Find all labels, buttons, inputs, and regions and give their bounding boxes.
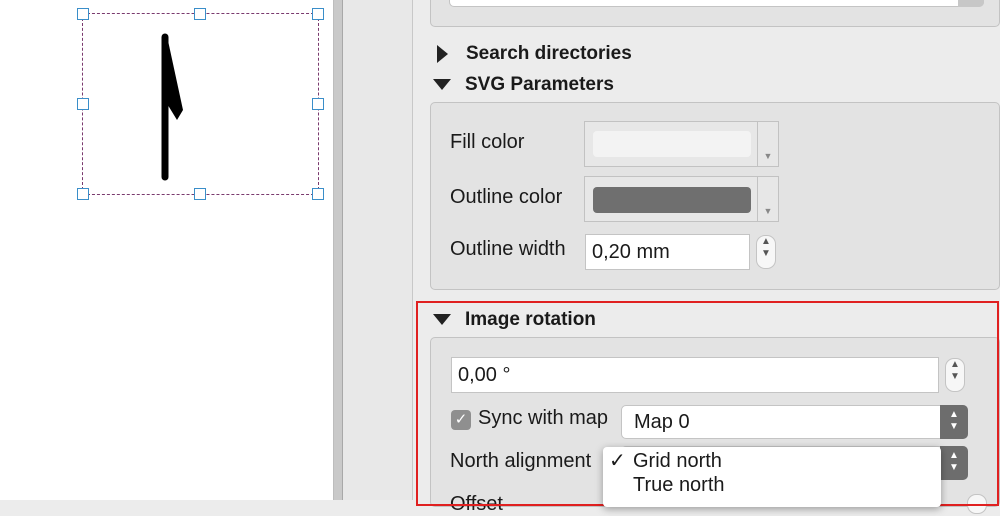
north-arrow-item[interactable] bbox=[77, 8, 324, 200]
dropdown-item-label: Grid north bbox=[633, 450, 722, 472]
outline-color-button[interactable]: ▼ bbox=[584, 176, 779, 222]
svg-parameters-label: SVG Parameters bbox=[465, 74, 614, 95]
north-alignment-dropdown[interactable]: ✓ Grid north True north bbox=[603, 447, 941, 507]
previous-group bbox=[430, 0, 1000, 27]
resize-handle-bottom-left[interactable] bbox=[77, 188, 89, 200]
previous-field[interactable] bbox=[449, 0, 984, 7]
outline-width-input[interactable]: 0,20 mm bbox=[585, 234, 750, 270]
svg-parameters-header[interactable]: SVG Parameters bbox=[433, 74, 614, 96]
resize-handle-bottom-right[interactable] bbox=[312, 188, 324, 200]
fill-color-button[interactable]: ▼ bbox=[584, 121, 779, 167]
svg-parameters-group: Fill color ▼ Outline color ▼ Outline wid… bbox=[430, 102, 1000, 290]
resize-handle-top-right[interactable] bbox=[312, 8, 324, 20]
fill-color-label: Fill color bbox=[450, 131, 525, 153]
outline-color-label: Outline color bbox=[450, 186, 563, 208]
dropdown-item-label: True north bbox=[633, 474, 725, 496]
dropdown-item-true-north[interactable]: True north bbox=[603, 473, 941, 497]
collapse-triangle-icon bbox=[433, 79, 451, 91]
panel-gutter bbox=[343, 0, 413, 500]
resize-handle-top[interactable] bbox=[194, 8, 206, 20]
checkmark-icon: ✓ bbox=[609, 450, 626, 472]
resize-handle-top-left[interactable] bbox=[77, 8, 89, 20]
search-directories-header[interactable]: Search directories bbox=[437, 43, 632, 65]
outline-width-spinner[interactable]: ▲ ▼ bbox=[756, 235, 776, 269]
resize-handle-left[interactable] bbox=[77, 98, 89, 110]
fill-color-swatch bbox=[593, 131, 751, 157]
outline-color-swatch bbox=[593, 187, 751, 213]
resize-handle-right[interactable] bbox=[312, 98, 324, 110]
resize-handle-bottom[interactable] bbox=[194, 188, 206, 200]
outline-width-label: Outline width bbox=[450, 238, 566, 260]
fill-color-dropdown-icon[interactable]: ▼ bbox=[757, 122, 778, 166]
panel-splitter[interactable] bbox=[333, 0, 343, 500]
composer-canvas[interactable] bbox=[0, 0, 333, 500]
search-directories-label: Search directories bbox=[466, 43, 632, 64]
expand-triangle-icon bbox=[437, 44, 448, 63]
dropdown-item-grid-north[interactable]: ✓ Grid north bbox=[603, 449, 941, 473]
north-arrow-icon bbox=[161, 33, 183, 181]
outline-color-dropdown-icon[interactable]: ▼ bbox=[757, 177, 778, 221]
